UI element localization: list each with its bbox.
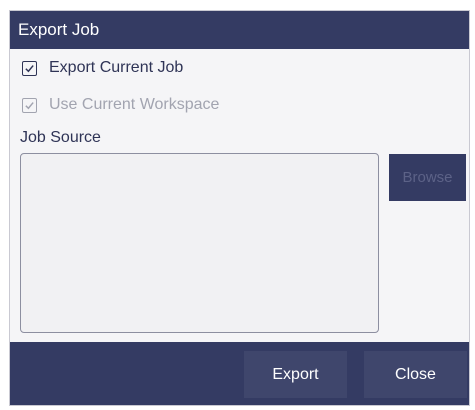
check-icon xyxy=(25,101,34,109)
export-current-job-label: Export Current Job xyxy=(49,59,184,76)
export-button[interactable]: Export xyxy=(244,351,347,398)
checkbox-checked-icon[interactable] xyxy=(22,60,37,76)
dialog-footer: Export Close xyxy=(10,342,469,405)
close-button[interactable]: Close xyxy=(364,351,467,398)
export-job-dialog: Export Job Export Current Job Use Curren… xyxy=(9,10,470,406)
check-icon xyxy=(25,64,34,72)
browse-button[interactable]: Browse xyxy=(389,154,466,201)
export-current-job-checkbox[interactable]: Export Current Job xyxy=(22,54,183,82)
use-current-workspace-label: Use Current Workspace xyxy=(49,96,220,113)
use-current-workspace-checkbox[interactable]: Use Current Workspace xyxy=(22,91,219,119)
dialog-title: Export Job xyxy=(10,11,469,49)
job-source-label: Job Source xyxy=(20,129,101,146)
checkbox-checked-icon[interactable] xyxy=(22,97,37,113)
job-source-input[interactable] xyxy=(20,153,379,333)
